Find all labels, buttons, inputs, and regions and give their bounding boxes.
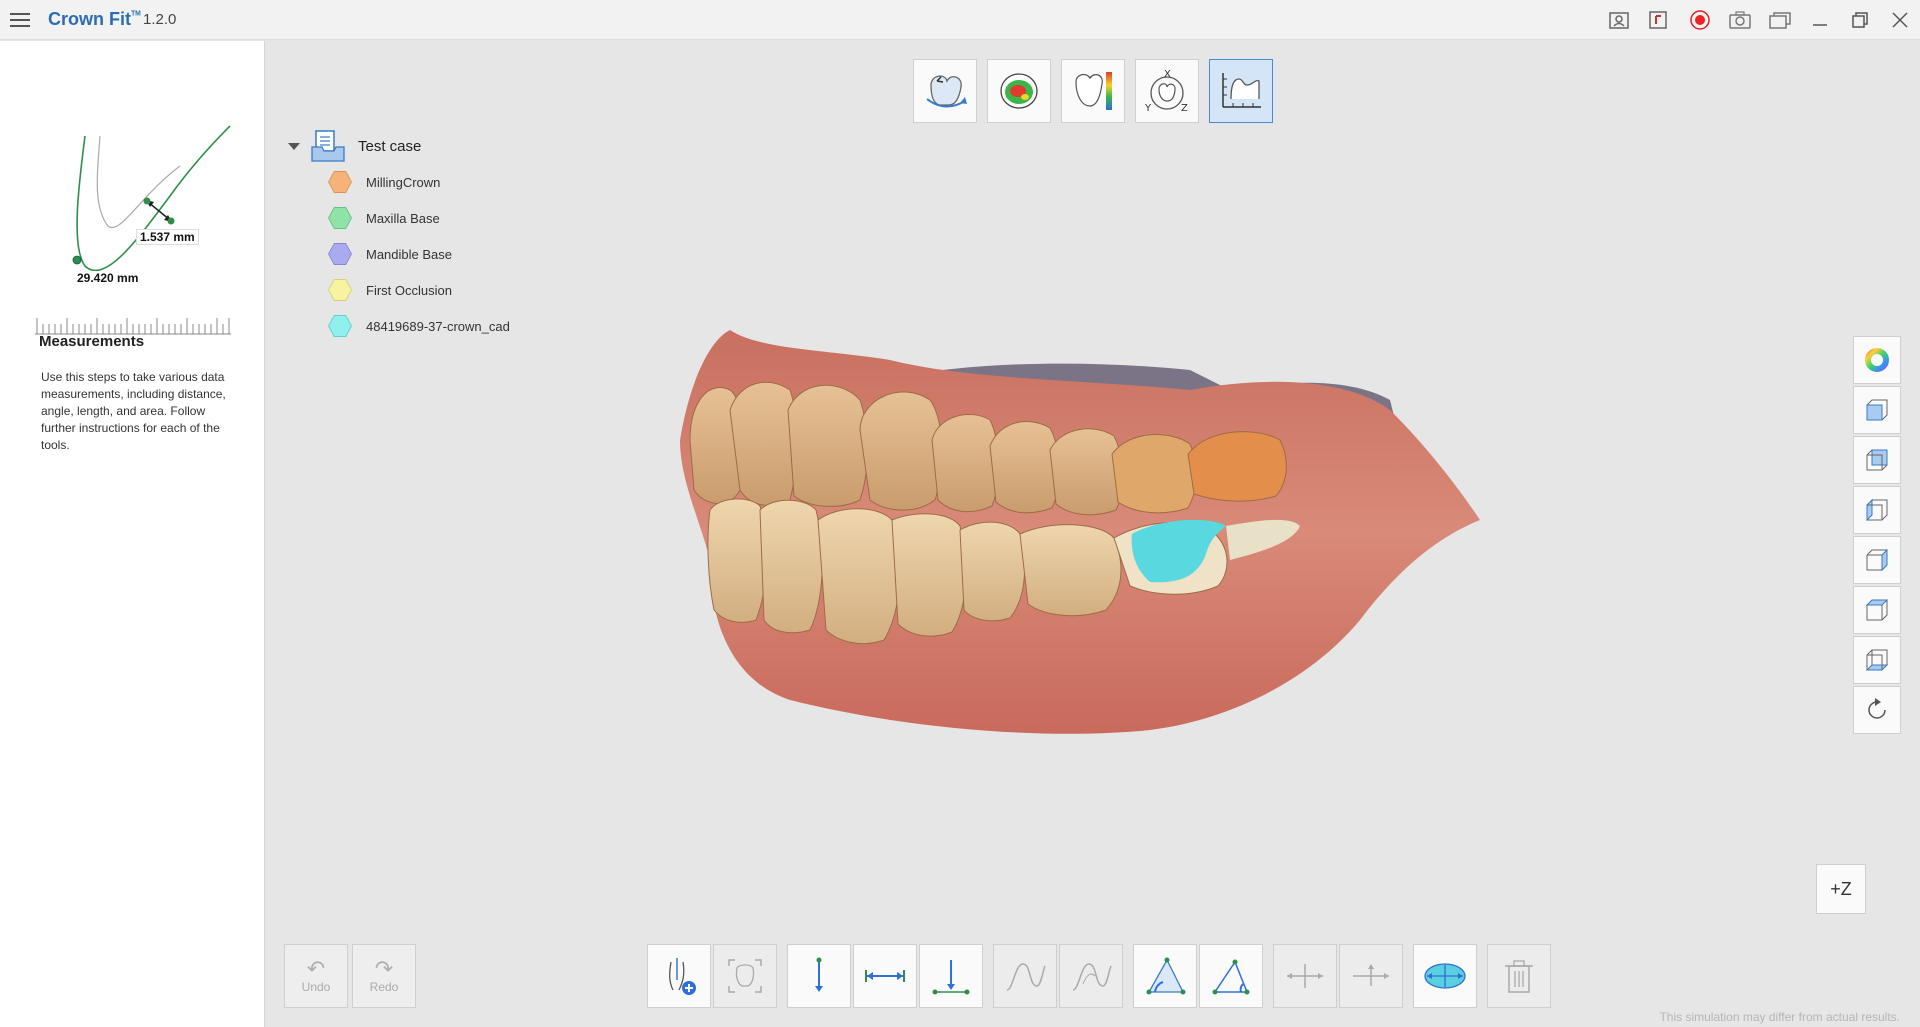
history-controls: ↶ Undo ↷ Redo	[284, 944, 416, 1008]
dental-scan-3d-model[interactable]	[670, 320, 1520, 740]
undo-button[interactable]: ↶ Undo	[284, 944, 348, 1008]
undo-label: Undo	[301, 980, 331, 994]
measurement-toolbar	[647, 944, 1553, 1008]
case-folder-icon	[311, 130, 345, 162]
measurement-diagram: 1.537 mm 29.420 mm	[30, 86, 240, 335]
window-capture-icon[interactable]	[1760, 0, 1800, 40]
view-toolbar	[1853, 336, 1901, 734]
model-tree: Test case MillingCrown Maxilla Base Mandib…	[288, 128, 510, 344]
area-icon[interactable]	[1413, 944, 1477, 1008]
close-icon[interactable]	[1880, 0, 1920, 40]
tree-item[interactable]: 48419689-37-crown_cad	[288, 308, 510, 344]
move-axis-icon[interactable]	[1273, 944, 1337, 1008]
camera-icon[interactable]	[1720, 0, 1760, 40]
tree-item[interactable]: Maxilla Base	[288, 200, 510, 236]
left-panel: 1.537 mm 29.420 mm Measurements Use this…	[0, 41, 265, 1027]
curve-length-icon[interactable]	[993, 944, 1057, 1008]
add-plane-icon[interactable]	[647, 944, 711, 1008]
view-bottom-icon[interactable]	[1853, 636, 1901, 684]
top-toolbar: X Y Z	[913, 59, 1273, 123]
restore-icon[interactable]	[1840, 0, 1880, 40]
redo-button[interactable]: ↷ Redo	[352, 944, 416, 1008]
perpendicular-distance-icon[interactable]	[919, 944, 983, 1008]
minimize-icon[interactable]	[1800, 0, 1840, 40]
curve-length-alt-icon[interactable]	[1059, 944, 1123, 1008]
tree-item[interactable]: First Occlusion	[288, 272, 510, 308]
redo-label: Redo	[369, 980, 399, 994]
app-version: 1.2.0	[143, 11, 177, 28]
tree-root-label: Test case	[358, 137, 422, 155]
tree-item[interactable]: Mandible Base	[288, 236, 510, 272]
svg-text:X: X	[1164, 69, 1171, 80]
bounding-frame-icon[interactable]	[713, 944, 777, 1008]
hamburger-menu-icon[interactable]	[8, 8, 32, 32]
color-wheel-icon[interactable]	[1853, 336, 1901, 384]
delete-icon[interactable]	[1487, 944, 1551, 1008]
layer-color-hexagon-icon[interactable]	[328, 243, 352, 265]
color-scale-icon[interactable]	[1061, 59, 1125, 123]
svg-text:Y: Y	[1144, 103, 1152, 114]
tree-item-label: Mandible Base	[366, 246, 452, 262]
layer-color-hexagon-icon[interactable]	[328, 279, 352, 301]
app-trademark: ᵀᴹ	[131, 10, 141, 21]
plus-z-view-button[interactable]: +Z	[1816, 864, 1866, 914]
layer-color-hexagon-icon[interactable]	[328, 207, 352, 229]
view-right-icon[interactable]	[1853, 536, 1901, 584]
angle-icon[interactable]	[1133, 944, 1197, 1008]
app-title: Crown Fit	[48, 9, 131, 29]
tree-item-label: MillingCrown	[366, 174, 441, 190]
disclaimer-note: This simulation may differ from actual r…	[1659, 1010, 1900, 1024]
measurement-label-distance: 1.537 mm	[136, 229, 199, 245]
tree-root[interactable]: Test case	[288, 128, 510, 164]
vertical-distance-icon[interactable]	[787, 944, 851, 1008]
xyz-axis-icon[interactable]: X Y Z	[1135, 59, 1199, 123]
panel-description: Use this steps to take various data meas…	[41, 370, 226, 452]
export-icon[interactable]	[1640, 0, 1680, 40]
title-bar: Crown Fit ᵀᴹ 1.2.0	[0, 0, 1920, 40]
occlusion-map-icon[interactable]	[987, 59, 1051, 123]
tree-item-label: 48419689-37-crown_cad	[366, 318, 510, 334]
triangle-angle-icon[interactable]	[1199, 944, 1263, 1008]
horizontal-distance-icon[interactable]	[853, 944, 917, 1008]
collapse-caret-icon[interactable]	[288, 142, 300, 150]
rotate-tooth-icon[interactable]	[913, 59, 977, 123]
tree-item-label: First Occlusion	[366, 282, 452, 298]
move-axis-alt-icon[interactable]	[1339, 944, 1403, 1008]
record-icon[interactable]	[1680, 0, 1720, 40]
panel-heading: Measurements	[39, 333, 145, 350]
tree-item-label: Maxilla Base	[366, 210, 440, 226]
layer-color-hexagon-icon[interactable]	[328, 315, 352, 337]
view-back-icon[interactable]	[1853, 436, 1901, 484]
measure-icon[interactable]	[1209, 59, 1273, 123]
report-icon[interactable]	[1600, 0, 1640, 40]
view-top-icon[interactable]	[1853, 586, 1901, 634]
layer-color-hexagon-icon[interactable]	[328, 171, 352, 193]
view-left-icon[interactable]	[1853, 486, 1901, 534]
reset-view-icon[interactable]	[1853, 686, 1901, 734]
tree-item[interactable]: MillingCrown	[288, 164, 510, 200]
svg-text:Z: Z	[1181, 103, 1188, 114]
undo-icon: ↶	[306, 956, 326, 981]
measurement-label-length: 29.420 mm	[74, 271, 142, 285]
redo-icon: ↷	[374, 956, 394, 981]
view-front-icon[interactable]	[1853, 386, 1901, 434]
